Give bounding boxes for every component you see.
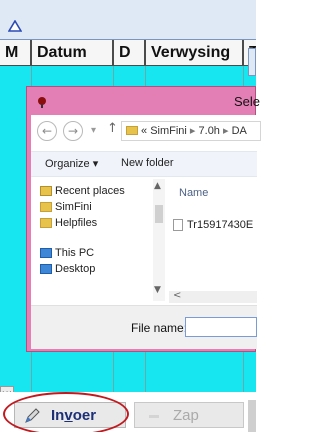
- new-folder-button[interactable]: New folder: [121, 157, 174, 169]
- column-header-datum[interactable]: Datum: [32, 40, 114, 66]
- breadcrumb-separator: ▸: [189, 125, 196, 137]
- scrollbar-stub: [248, 400, 256, 432]
- column-header-name[interactable]: Name: [179, 187, 208, 199]
- nav-item-desktop[interactable]: Desktop: [40, 263, 95, 275]
- nav-item-recent-places[interactable]: Recent places: [40, 185, 125, 197]
- file-list-scrollbar[interactable]: <: [169, 290, 257, 303]
- column-header-verwysing[interactable]: Verwysing: [146, 40, 244, 66]
- file-icon: [173, 219, 183, 231]
- folder-icon: [126, 126, 138, 135]
- column-header-m[interactable]: M: [0, 40, 32, 66]
- minus-icon: [149, 415, 159, 418]
- scroll-down-icon[interactable]: ▼: [154, 285, 161, 295]
- dialog-client-area: ← → ▾ ↑ « SimFini ▸ 7.0h ▸ DA Organize ▾…: [31, 115, 261, 349]
- recent-dropdown-icon[interactable]: ▾: [91, 125, 96, 136]
- nav-item-this-pc[interactable]: This PC: [40, 247, 94, 259]
- file-list-pane[interactable]: Name Tr15917430E: [169, 179, 257, 301]
- back-button[interactable]: ←: [37, 121, 57, 141]
- grid-header: M Datum D Verwysing T: [0, 40, 256, 66]
- inner-window-titlebar: [248, 48, 256, 76]
- address-prefix: «: [141, 125, 148, 137]
- navigation-scrollbar[interactable]: ▲ ▼: [153, 179, 165, 301]
- file-dialog: Sele ← → ▾ ↑ « SimFini ▸ 7.0h ▸ DA Organ…: [26, 86, 261, 352]
- file-name-label: File name:: [131, 321, 188, 335]
- highlight-oval: [3, 392, 129, 432]
- warning-icon: [8, 20, 22, 32]
- file-name-input[interactable]: [185, 317, 257, 337]
- nav-item-helpfiles[interactable]: Helpfiles: [40, 217, 97, 229]
- scroll-left-icon[interactable]: <: [173, 290, 181, 301]
- dialog-title: Sele: [234, 94, 261, 109]
- scroll-up-icon[interactable]: ▲: [154, 181, 161, 191]
- dialog-bottom-area: File name:: [31, 305, 257, 349]
- navigation-pane: Recent places SimFini Helpfiles This PC …: [31, 179, 165, 301]
- nav-item-simfini[interactable]: SimFini: [40, 201, 92, 213]
- folder-icon: [40, 202, 52, 212]
- dialog-toolbar: Organize ▾ New folder: [31, 151, 257, 177]
- folder-icon: [40, 218, 52, 228]
- zap-button[interactable]: Zap: [134, 402, 244, 428]
- breadcrumb-simfini[interactable]: SimFini: [150, 125, 187, 137]
- computer-icon: [40, 248, 52, 258]
- scroll-thumb[interactable]: [155, 205, 163, 223]
- file-item[interactable]: Tr15917430E: [173, 219, 253, 231]
- up-folder-button[interactable]: ↑: [107, 121, 118, 136]
- address-bar[interactable]: « SimFini ▸ 7.0h ▸ DA: [121, 121, 261, 141]
- forward-button[interactable]: →: [63, 121, 83, 141]
- breadcrumb-da[interactable]: DA: [232, 125, 247, 137]
- zap-label: Zap: [173, 407, 199, 424]
- organize-button[interactable]: Organize ▾: [45, 157, 98, 170]
- app-icon: [38, 97, 46, 108]
- navigation-row: ← → ▾ ↑ « SimFini ▸ 7.0h ▸ DA: [31, 115, 261, 147]
- recent-places-icon: [40, 186, 52, 196]
- breadcrumb-version[interactable]: 7.0h: [199, 125, 220, 137]
- app-titlebar: [0, 0, 256, 40]
- breadcrumb-separator: ▸: [223, 125, 229, 137]
- desktop-icon: [40, 264, 52, 274]
- column-header-d[interactable]: D: [114, 40, 146, 66]
